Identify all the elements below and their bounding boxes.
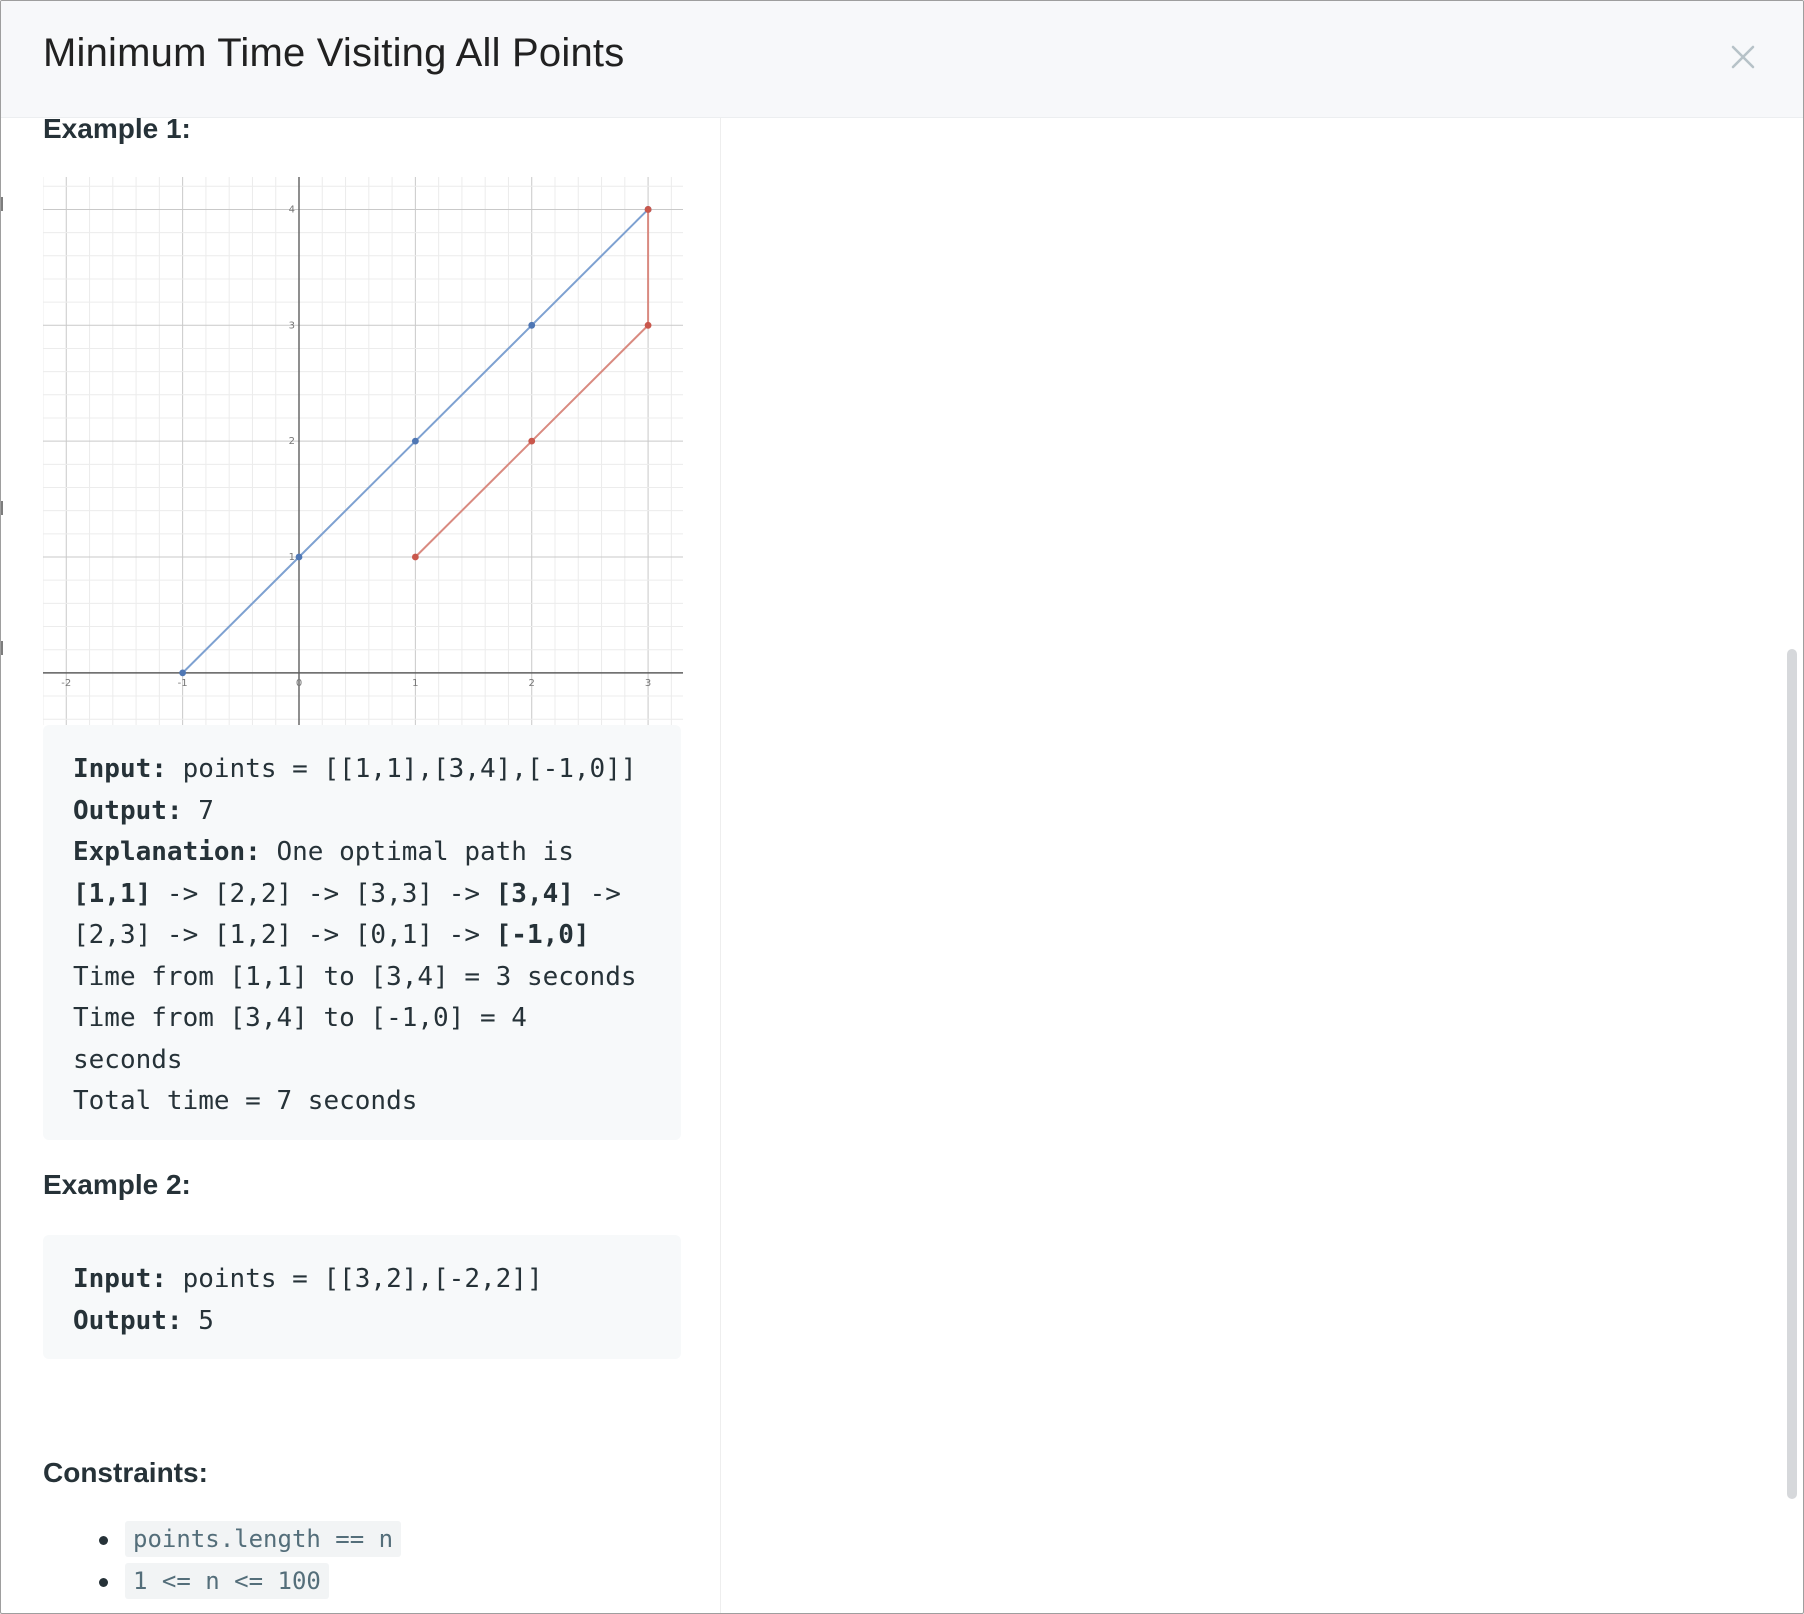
- path-point: [3,4]: [495, 878, 574, 909]
- output-value: 7: [182, 795, 214, 826]
- path-line: [2,3] -> [1,2] -> [0,1] -> [-1,0]: [73, 915, 651, 957]
- constraint-item: points.length == n: [43, 1521, 402, 1563]
- output-line: Output: 7: [73, 791, 651, 833]
- output-line: Output: 5: [73, 1301, 651, 1343]
- data-point: [411, 437, 419, 445]
- y-tick-label: 4: [289, 204, 295, 215]
- scrollbar[interactable]: [1787, 649, 1797, 1499]
- y-tick-label: 3: [289, 320, 295, 331]
- path-line: [1,1] -> [2,2] -> [3,3] -> [3,4] ->: [73, 874, 651, 916]
- input-line: Input: points = [[3,2],[-2,2]]: [73, 1259, 651, 1301]
- example-1-figure: -2 -1 0 1 2 3 1 2 3 4: [42, 177, 683, 725]
- x-tick-label: 1: [412, 678, 418, 689]
- x-tick-label: -2: [61, 678, 71, 689]
- total-line: Total time = 7 seconds: [73, 1086, 418, 1116]
- path-point: [-1,0]: [495, 920, 590, 950]
- data-point: [644, 206, 652, 213]
- time-line: seconds: [73, 1044, 183, 1075]
- data-point: [644, 321, 652, 329]
- constraint-code: 1 <= n <= 100: [125, 1563, 329, 1599]
- input-value: points = [[1,1],[3,4],[-1,0]]: [166, 754, 637, 784]
- edge-marker: [1, 641, 3, 655]
- x-tick-label: 0: [296, 678, 302, 689]
- output-value: 5: [182, 1305, 214, 1336]
- time-line: Time from [3,4] to [-1,0] = 4: [73, 1003, 527, 1033]
- output-label: Output:: [73, 1305, 183, 1336]
- explanation-line: Explanation: One optimal path is: [73, 832, 651, 874]
- edge-marker: [1, 501, 3, 515]
- example-1-code-block: Input: points = [[1,1],[3,4],[-1,0]] Out…: [43, 725, 681, 1140]
- example-2-heading: Example 2:: [43, 1169, 191, 1200]
- bullet-icon: [99, 1578, 108, 1587]
- close-button[interactable]: [1723, 37, 1763, 77]
- constraints-list: points.length == n 1 <= n <= 100: [43, 1521, 402, 1605]
- x-tick-label: -1: [178, 678, 188, 689]
- x-tick-label: 3: [645, 678, 651, 689]
- path-text: -> [2,2] -> [3,3] ->: [151, 878, 496, 909]
- time-line: Time from [1,1] to [3,4] = 3 seconds: [73, 961, 637, 992]
- constraint-item: 1 <= n <= 100: [43, 1563, 401, 1605]
- coordinate-plot: -2 -1 0 1 2 31234: [42, 177, 683, 725]
- problem-modal: Minimum Time Visiting All Points Example…: [0, 0, 1804, 1614]
- data-point: [411, 553, 419, 561]
- bullet-icon: [99, 1536, 108, 1545]
- constraints-heading: Constraints:: [43, 1457, 208, 1488]
- data-point: [528, 321, 536, 329]
- path-point: [1,1]: [73, 878, 152, 909]
- data-point: [528, 437, 536, 445]
- path-text: ->: [573, 878, 621, 909]
- input-value: points = [[3,2],[-2,2]]: [166, 1264, 543, 1294]
- path-text: [2,3] -> [1,2] -> [0,1] ->: [73, 920, 496, 950]
- column-divider: [720, 117, 721, 1613]
- output-label: Output:: [73, 795, 183, 826]
- close-icon: [1731, 45, 1755, 69]
- x-tick-label: 2: [529, 678, 535, 689]
- input-line: Input: points = [[1,1],[3,4],[-1,0]]: [73, 749, 651, 791]
- explanation-text: One optimal path is: [260, 837, 574, 867]
- explanation-label: Explanation:: [73, 837, 261, 867]
- data-point: [295, 553, 303, 561]
- y-tick-label: 2: [289, 436, 295, 447]
- page-title: Minimum Time Visiting All Points: [43, 31, 625, 75]
- input-label: Input:: [73, 754, 167, 784]
- edge-marker: [1, 197, 3, 211]
- data-point: [179, 669, 187, 677]
- modal-header: Minimum Time Visiting All Points: [1, 1, 1803, 118]
- constraint-code: points.length == n: [125, 1521, 402, 1557]
- input-label: Input:: [73, 1264, 167, 1294]
- example-2-code-block: Input: points = [[3,2],[-2,2]] Output: 5: [43, 1235, 681, 1359]
